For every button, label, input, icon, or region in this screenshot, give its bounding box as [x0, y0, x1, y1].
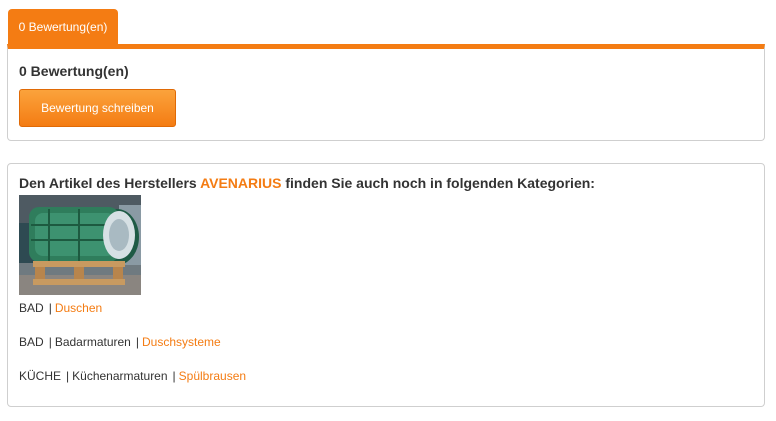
category-level1: KÜCHE	[19, 369, 62, 383]
separator: |	[172, 369, 176, 383]
reviews-count: 0 Bewertung(en)	[19, 63, 129, 79]
category-link-duschen[interactable]: Duschen	[55, 301, 102, 315]
separator: |	[66, 369, 70, 383]
fence-roll-pallet-image	[19, 195, 141, 295]
category-line: KÜCHE | Küchenarmaturen | Spülbrausen	[19, 369, 246, 383]
category-link-duschsysteme[interactable]: Duschsysteme	[142, 335, 221, 349]
write-review-button[interactable]: Bewertung schreiben	[19, 89, 176, 127]
tab-reviews[interactable]: 0 Bewertung(en)	[8, 9, 118, 45]
separator: |	[135, 335, 139, 349]
heading-prefix: Den Artikel des Herstellers	[19, 175, 197, 191]
heading-suffix: finden Sie auch noch in folgenden Katego…	[285, 175, 595, 191]
category-level1: BAD	[19, 335, 44, 349]
category-line: BAD | Duschen	[19, 301, 102, 315]
separator: |	[48, 335, 52, 349]
category-level1: BAD	[19, 301, 44, 315]
category-line: BAD | Badarmaturen | Duschsysteme	[19, 335, 221, 349]
product-image[interactable]	[19, 195, 141, 295]
reviews-panel: 0 Bewertung(en) Bewertung schreiben	[7, 44, 765, 141]
category-level2: Küchenarmaturen	[72, 369, 168, 383]
category-level2: Badarmaturen	[54, 335, 131, 349]
manufacturer-heading: Den Artikel des Herstellers AVENARIUS fi…	[19, 175, 595, 191]
separator: |	[48, 301, 52, 315]
category-link-spuelbrausen[interactable]: Spülbrausen	[179, 369, 246, 383]
manufacturer-brand: AVENARIUS	[200, 175, 282, 191]
manufacturer-categories-panel: Den Artikel des Herstellers AVENARIUS fi…	[7, 163, 765, 407]
